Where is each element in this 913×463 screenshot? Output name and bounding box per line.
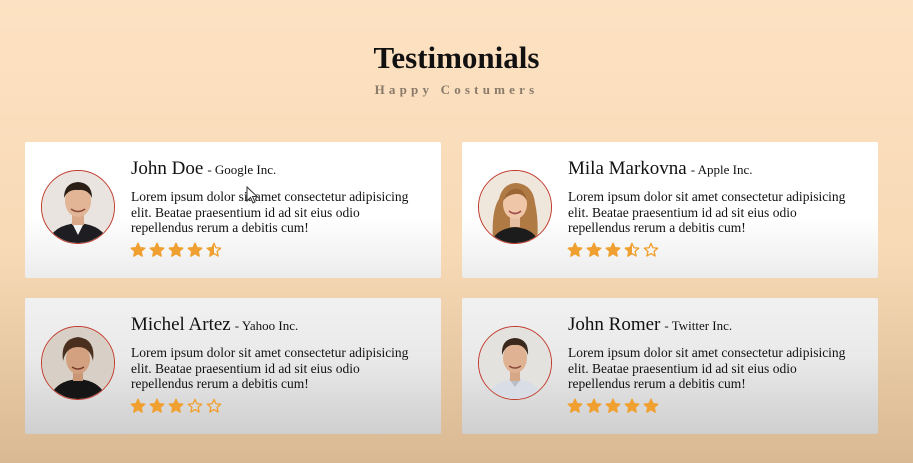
star-empty-icon: [187, 398, 203, 413]
mouse-pointer-icon: [246, 186, 258, 204]
star-half-icon: [206, 242, 222, 257]
testimonials-header: Testimonials Happy Costumers: [0, 38, 913, 98]
reviewer-name: John Doe: [131, 158, 204, 179]
testimonial-text: Lorem ipsum dolor sit amet consectetur a…: [568, 189, 846, 235]
star-full-icon: [586, 398, 602, 413]
star-full-icon: [130, 242, 146, 257]
star-full-icon: [586, 242, 602, 257]
star-full-icon: [149, 398, 165, 413]
reviewer-company: - Google Inc.: [207, 162, 277, 177]
star-rating: [130, 242, 222, 260]
testimonial-card: Mila Markovna - Apple Inc. Lorem ipsum d…: [462, 142, 878, 278]
star-empty-icon: [643, 242, 659, 257]
testimonial-text: Lorem ipsum dolor sit amet consectetur a…: [131, 345, 409, 391]
star-full-icon: [130, 398, 146, 413]
reviewer-heading: Mila Markovna - Apple Inc.: [568, 158, 752, 180]
reviewer-heading: Michel Artez - Yahoo Inc.: [131, 314, 298, 336]
reviewer-name: Michel Artez: [131, 314, 231, 335]
avatar: [41, 326, 115, 400]
reviewer-heading: John Romer - Twitter Inc.: [568, 314, 732, 336]
star-full-icon: [149, 242, 165, 257]
star-empty-icon: [206, 398, 222, 413]
reviewer-heading: John Doe - Google Inc.: [131, 158, 276, 180]
testimonial-text: Lorem ipsum dolor sit amet consectetur a…: [131, 189, 409, 235]
page-subtitle: Happy Costumers: [374, 82, 539, 97]
star-full-icon: [643, 398, 659, 413]
avatar: [41, 170, 115, 244]
testimonial-text: Lorem ipsum dolor sit amet consectetur a…: [568, 345, 846, 391]
star-full-icon: [605, 398, 621, 413]
star-full-icon: [624, 398, 640, 413]
reviewer-name: John Romer: [568, 314, 661, 335]
reviewer-company: - Apple Inc.: [690, 162, 753, 177]
star-full-icon: [605, 242, 621, 257]
avatar: [478, 326, 552, 400]
star-full-icon: [567, 242, 583, 257]
reviewer-company: - Twitter Inc.: [664, 318, 733, 333]
star-full-icon: [567, 398, 583, 413]
star-rating: [567, 242, 659, 260]
testimonial-card: John Romer - Twitter Inc. Lorem ipsum do…: [462, 298, 878, 434]
star-full-icon: [187, 242, 203, 257]
reviewer-name: Mila Markovna: [568, 158, 687, 179]
reviewer-company: - Yahoo Inc.: [234, 318, 299, 333]
avatar: [478, 170, 552, 244]
star-full-icon: [168, 242, 184, 257]
star-full-icon: [168, 398, 184, 413]
page-title: Testimonials: [373, 40, 540, 75]
testimonial-card: Michel Artez - Yahoo Inc. Lorem ipsum do…: [25, 298, 441, 434]
star-rating: [567, 398, 659, 416]
testimonial-card: John Doe - Google Inc. Lorem ipsum dolor…: [25, 142, 441, 278]
star-rating: [130, 398, 222, 416]
star-half-icon: [624, 242, 640, 257]
